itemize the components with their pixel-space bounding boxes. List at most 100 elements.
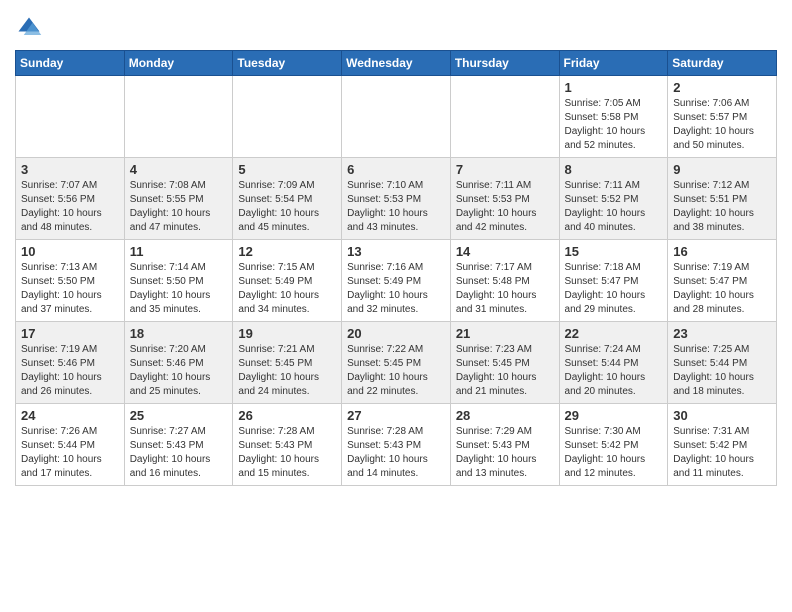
day-number: 21 [456, 326, 554, 341]
day-number: 20 [347, 326, 445, 341]
day-number: 4 [130, 162, 228, 177]
day-number: 16 [673, 244, 771, 259]
page: SundayMondayTuesdayWednesdayThursdayFrid… [0, 0, 792, 501]
day-info: Sunrise: 7:10 AM Sunset: 5:53 PM Dayligh… [347, 179, 445, 235]
day-number: 19 [238, 326, 336, 341]
day-info: Sunrise: 7:31 AM Sunset: 5:42 PM Dayligh… [673, 425, 771, 481]
day-cell: 16Sunrise: 7:19 AM Sunset: 5:47 PM Dayli… [668, 240, 777, 322]
header [15, 10, 777, 42]
day-number: 3 [21, 162, 119, 177]
week-row-2: 3 Sunrise: 7:07 AM Sunset: 5:56 PM Daylig… [16, 158, 777, 240]
day-number: 17 [21, 326, 119, 341]
day-info: Sunrise: 7:25 AM Sunset: 5:44 PM Dayligh… [673, 343, 771, 399]
weekday-header-monday: Monday [124, 51, 233, 76]
day-number: 24 [21, 408, 119, 423]
day-number: 28 [456, 408, 554, 423]
day-cell [342, 76, 451, 158]
day-number: 9 [673, 162, 771, 177]
day-info: Sunrise: 7:28 AM Sunset: 5:43 PM Dayligh… [347, 425, 445, 481]
day-cell [124, 76, 233, 158]
day-cell: 5 Sunrise: 7:09 AM Sunset: 5:54 PM Daylig… [233, 158, 342, 240]
day-cell: 3 Sunrise: 7:07 AM Sunset: 5:56 PM Daylig… [16, 158, 125, 240]
day-info: Sunrise: 7:11 AM Sunset: 5:52 PM Dayligh… [565, 179, 663, 235]
day-info: Sunrise: 7:17 AM Sunset: 5:48 PM Dayligh… [456, 261, 554, 317]
day-info: Sunrise: 7:12 AM Sunset: 5:51 PM Dayligh… [673, 179, 771, 235]
day-cell: 7Sunrise: 7:11 AM Sunset: 5:53 PM Daylig… [450, 158, 559, 240]
day-number: 10 [21, 244, 119, 259]
day-info: Sunrise: 7:05 AM Sunset: 5:58 PM Dayligh… [565, 97, 663, 153]
day-info: Sunrise: 7:21 AM Sunset: 5:45 PM Dayligh… [238, 343, 336, 399]
day-cell: 13 Sunrise: 7:16 AM Sunset: 5:49 PM Dayli… [342, 240, 451, 322]
day-cell: 28 Sunrise: 7:29 AM Sunset: 5:43 PM Dayli… [450, 404, 559, 486]
day-cell: 24 Sunrise: 7:26 AM Sunset: 5:44 PM Dayli… [16, 404, 125, 486]
day-number: 27 [347, 408, 445, 423]
day-number: 25 [130, 408, 228, 423]
day-cell [233, 76, 342, 158]
logo [15, 14, 47, 42]
day-cell: 15 Sunrise: 7:18 AM Sunset: 5:47 PM Dayli… [559, 240, 668, 322]
day-cell: 11 Sunrise: 7:14 AM Sunset: 5:50 PM Dayli… [124, 240, 233, 322]
day-number: 6 [347, 162, 445, 177]
day-info: Sunrise: 7:27 AM Sunset: 5:43 PM Dayligh… [130, 425, 228, 481]
logo-icon [15, 14, 43, 42]
day-cell: 17Sunrise: 7:19 AM Sunset: 5:46 PM Dayli… [16, 322, 125, 404]
day-cell: 2 Sunrise: 7:06 AM Sunset: 5:57 PM Daylig… [668, 76, 777, 158]
day-info: Sunrise: 7:24 AM Sunset: 5:44 PM Dayligh… [565, 343, 663, 399]
day-info: Sunrise: 7:16 AM Sunset: 5:49 PM Dayligh… [347, 261, 445, 317]
day-cell: 30 Sunrise: 7:31 AM Sunset: 5:42 PM Dayli… [668, 404, 777, 486]
day-info: Sunrise: 7:08 AM Sunset: 5:55 PM Dayligh… [130, 179, 228, 235]
day-cell: 14Sunrise: 7:17 AM Sunset: 5:48 PM Dayli… [450, 240, 559, 322]
week-row-3: 10 Sunrise: 7:13 AM Sunset: 5:50 PM Dayli… [16, 240, 777, 322]
day-number: 23 [673, 326, 771, 341]
day-info: Sunrise: 7:20 AM Sunset: 5:46 PM Dayligh… [130, 343, 228, 399]
week-row-5: 24 Sunrise: 7:26 AM Sunset: 5:44 PM Dayli… [16, 404, 777, 486]
calendar: SundayMondayTuesdayWednesdayThursdayFrid… [15, 50, 777, 486]
day-number: 29 [565, 408, 663, 423]
day-info: Sunrise: 7:26 AM Sunset: 5:44 PM Dayligh… [21, 425, 119, 481]
day-number: 2 [673, 80, 771, 95]
day-number: 11 [130, 244, 228, 259]
day-cell: 27 Sunrise: 7:28 AM Sunset: 5:43 PM Dayli… [342, 404, 451, 486]
day-cell: 26 Sunrise: 7:28 AM Sunset: 5:43 PM Dayli… [233, 404, 342, 486]
day-cell: 25 Sunrise: 7:27 AM Sunset: 5:43 PM Dayli… [124, 404, 233, 486]
day-number: 26 [238, 408, 336, 423]
day-info: Sunrise: 7:18 AM Sunset: 5:47 PM Dayligh… [565, 261, 663, 317]
day-cell: 18 Sunrise: 7:20 AM Sunset: 5:46 PM Dayli… [124, 322, 233, 404]
day-number: 8 [565, 162, 663, 177]
day-number: 12 [238, 244, 336, 259]
day-number: 13 [347, 244, 445, 259]
week-row-4: 17Sunrise: 7:19 AM Sunset: 5:46 PM Dayli… [16, 322, 777, 404]
day-cell: 12 Sunrise: 7:15 AM Sunset: 5:49 PM Dayli… [233, 240, 342, 322]
day-number: 1 [565, 80, 663, 95]
day-info: Sunrise: 7:13 AM Sunset: 5:50 PM Dayligh… [21, 261, 119, 317]
day-cell: 22Sunrise: 7:24 AM Sunset: 5:44 PM Dayli… [559, 322, 668, 404]
day-number: 18 [130, 326, 228, 341]
day-cell: 4 Sunrise: 7:08 AM Sunset: 5:55 PM Daylig… [124, 158, 233, 240]
day-cell: 10 Sunrise: 7:13 AM Sunset: 5:50 PM Dayli… [16, 240, 125, 322]
day-info: Sunrise: 7:22 AM Sunset: 5:45 PM Dayligh… [347, 343, 445, 399]
day-number: 15 [565, 244, 663, 259]
day-info: Sunrise: 7:07 AM Sunset: 5:56 PM Dayligh… [21, 179, 119, 235]
day-info: Sunrise: 7:15 AM Sunset: 5:49 PM Dayligh… [238, 261, 336, 317]
day-number: 5 [238, 162, 336, 177]
weekday-header-wednesday: Wednesday [342, 51, 451, 76]
day-cell [16, 76, 125, 158]
day-info: Sunrise: 7:06 AM Sunset: 5:57 PM Dayligh… [673, 97, 771, 153]
day-info: Sunrise: 7:30 AM Sunset: 5:42 PM Dayligh… [565, 425, 663, 481]
weekday-header-thursday: Thursday [450, 51, 559, 76]
day-info: Sunrise: 7:23 AM Sunset: 5:45 PM Dayligh… [456, 343, 554, 399]
week-row-1: 1 Sunrise: 7:05 AM Sunset: 5:58 PM Daylig… [16, 76, 777, 158]
day-cell: 6 Sunrise: 7:10 AM Sunset: 5:53 PM Daylig… [342, 158, 451, 240]
weekday-header-saturday: Saturday [668, 51, 777, 76]
day-info: Sunrise: 7:28 AM Sunset: 5:43 PM Dayligh… [238, 425, 336, 481]
day-number: 30 [673, 408, 771, 423]
day-info: Sunrise: 7:14 AM Sunset: 5:50 PM Dayligh… [130, 261, 228, 317]
day-cell: 9 Sunrise: 7:12 AM Sunset: 5:51 PM Daylig… [668, 158, 777, 240]
day-cell: 23 Sunrise: 7:25 AM Sunset: 5:44 PM Dayli… [668, 322, 777, 404]
weekday-header-tuesday: Tuesday [233, 51, 342, 76]
day-cell: 1 Sunrise: 7:05 AM Sunset: 5:58 PM Daylig… [559, 76, 668, 158]
day-info: Sunrise: 7:29 AM Sunset: 5:43 PM Dayligh… [456, 425, 554, 481]
day-info: Sunrise: 7:09 AM Sunset: 5:54 PM Dayligh… [238, 179, 336, 235]
day-cell: 19 Sunrise: 7:21 AM Sunset: 5:45 PM Dayli… [233, 322, 342, 404]
day-cell: 8 Sunrise: 7:11 AM Sunset: 5:52 PM Daylig… [559, 158, 668, 240]
